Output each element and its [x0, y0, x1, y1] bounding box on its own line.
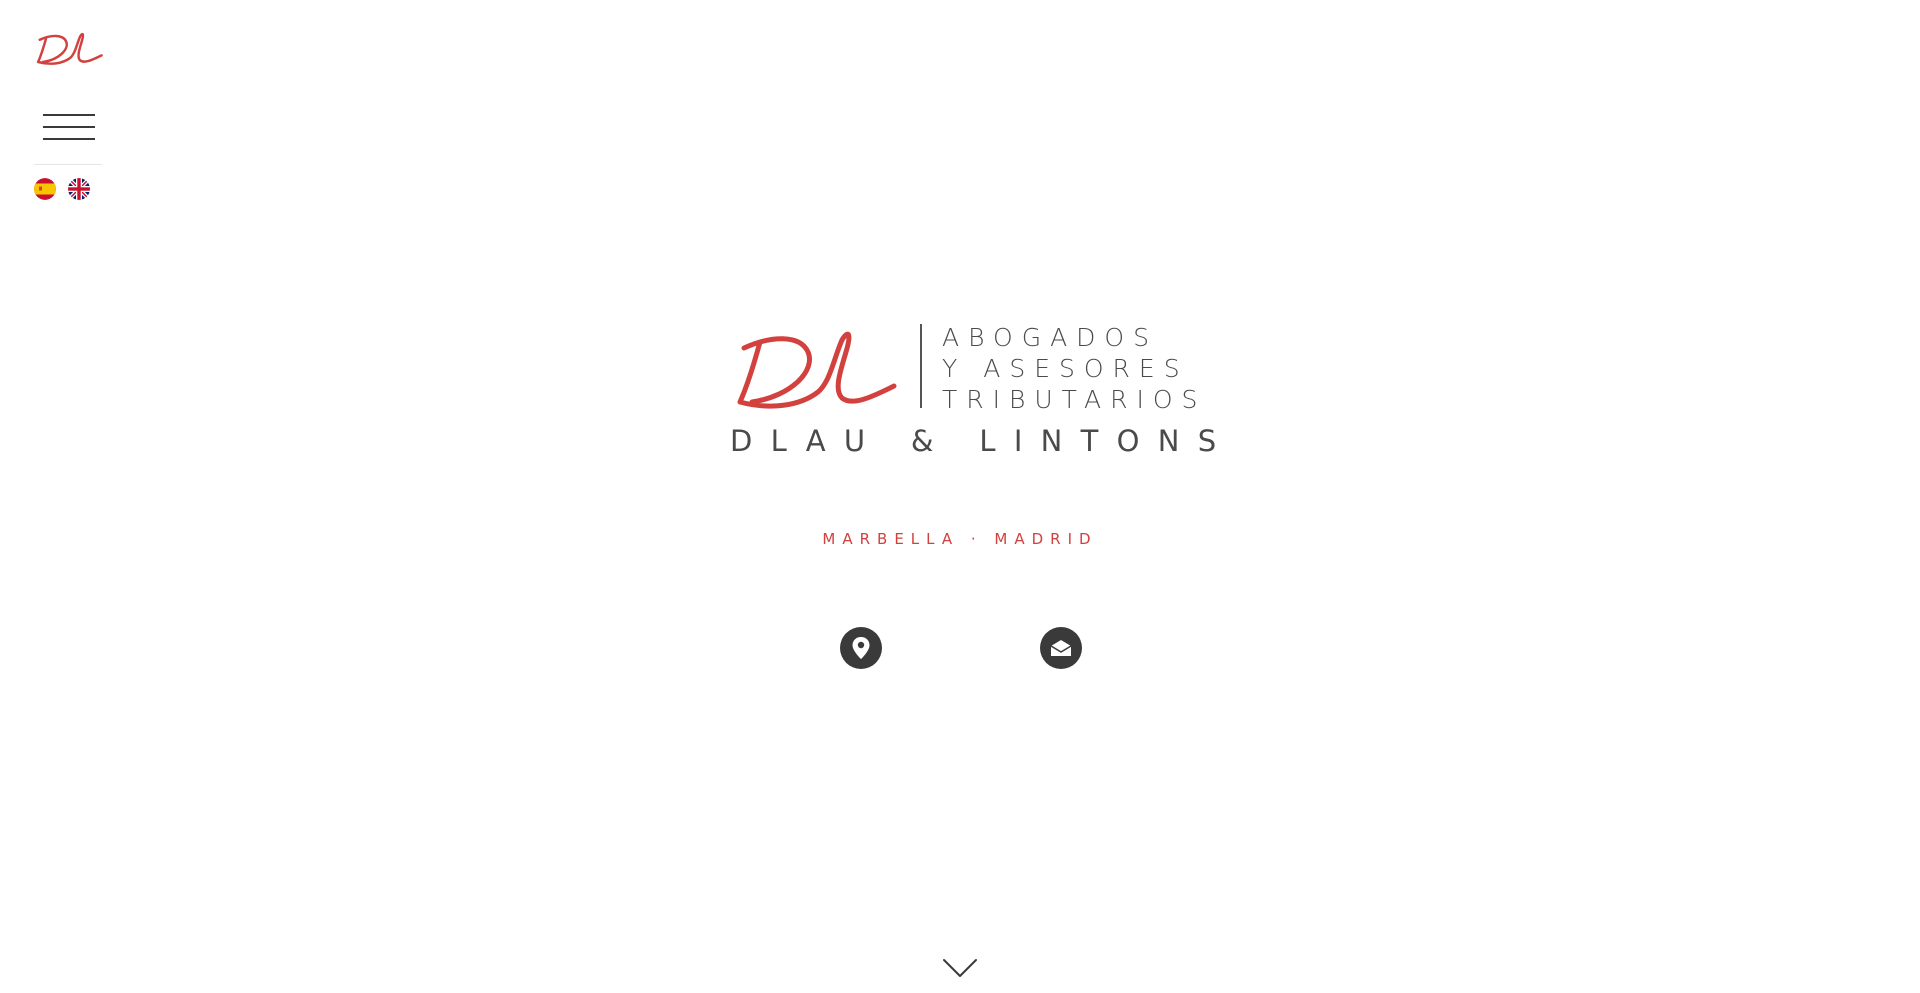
hamburger-menu-icon [43, 114, 95, 116]
tagline-line: Y ASESORES [942, 354, 1189, 383]
sidebar-logo[interactable] [34, 26, 104, 70]
language-en-button[interactable] [68, 178, 90, 200]
hero-logo: ABOGADOS Y ASESORES TRIBUTARIOS DLAU & L… [730, 318, 1235, 468]
uk-flag-icon [68, 178, 90, 200]
dl-signature-logo-icon [737, 331, 897, 409]
sidebar-divider [34, 164, 102, 165]
menu-toggle-button[interactable] [43, 112, 95, 144]
spain-flag-icon [34, 178, 56, 200]
dl-signature-logo-icon [36, 32, 103, 65]
scroll-down-button[interactable] [942, 956, 978, 980]
location-button[interactable] [840, 627, 882, 669]
tagline: ABOGADOS Y ASESORES TRIBUTARIOS [942, 322, 1206, 415]
tagline-line: ABOGADOS [942, 323, 1158, 352]
location-pin-icon [852, 637, 870, 659]
email-icon [1050, 640, 1072, 656]
language-es-button[interactable] [34, 178, 56, 200]
page: ABOGADOS Y ASESORES TRIBUTARIOS DLAU & L… [0, 0, 1920, 993]
hamburger-menu-icon [43, 126, 95, 128]
tagline-line: TRIBUTARIOS [942, 385, 1207, 414]
firm-name: DLAU & LINTONS [730, 424, 1235, 458]
chevron-down-icon [943, 959, 977, 977]
language-switcher [34, 178, 90, 200]
office-locations: MARBELLA · MADRID [822, 530, 1098, 548]
logo-divider [920, 324, 922, 408]
email-button[interactable] [1040, 627, 1082, 669]
hamburger-menu-icon [43, 138, 95, 140]
